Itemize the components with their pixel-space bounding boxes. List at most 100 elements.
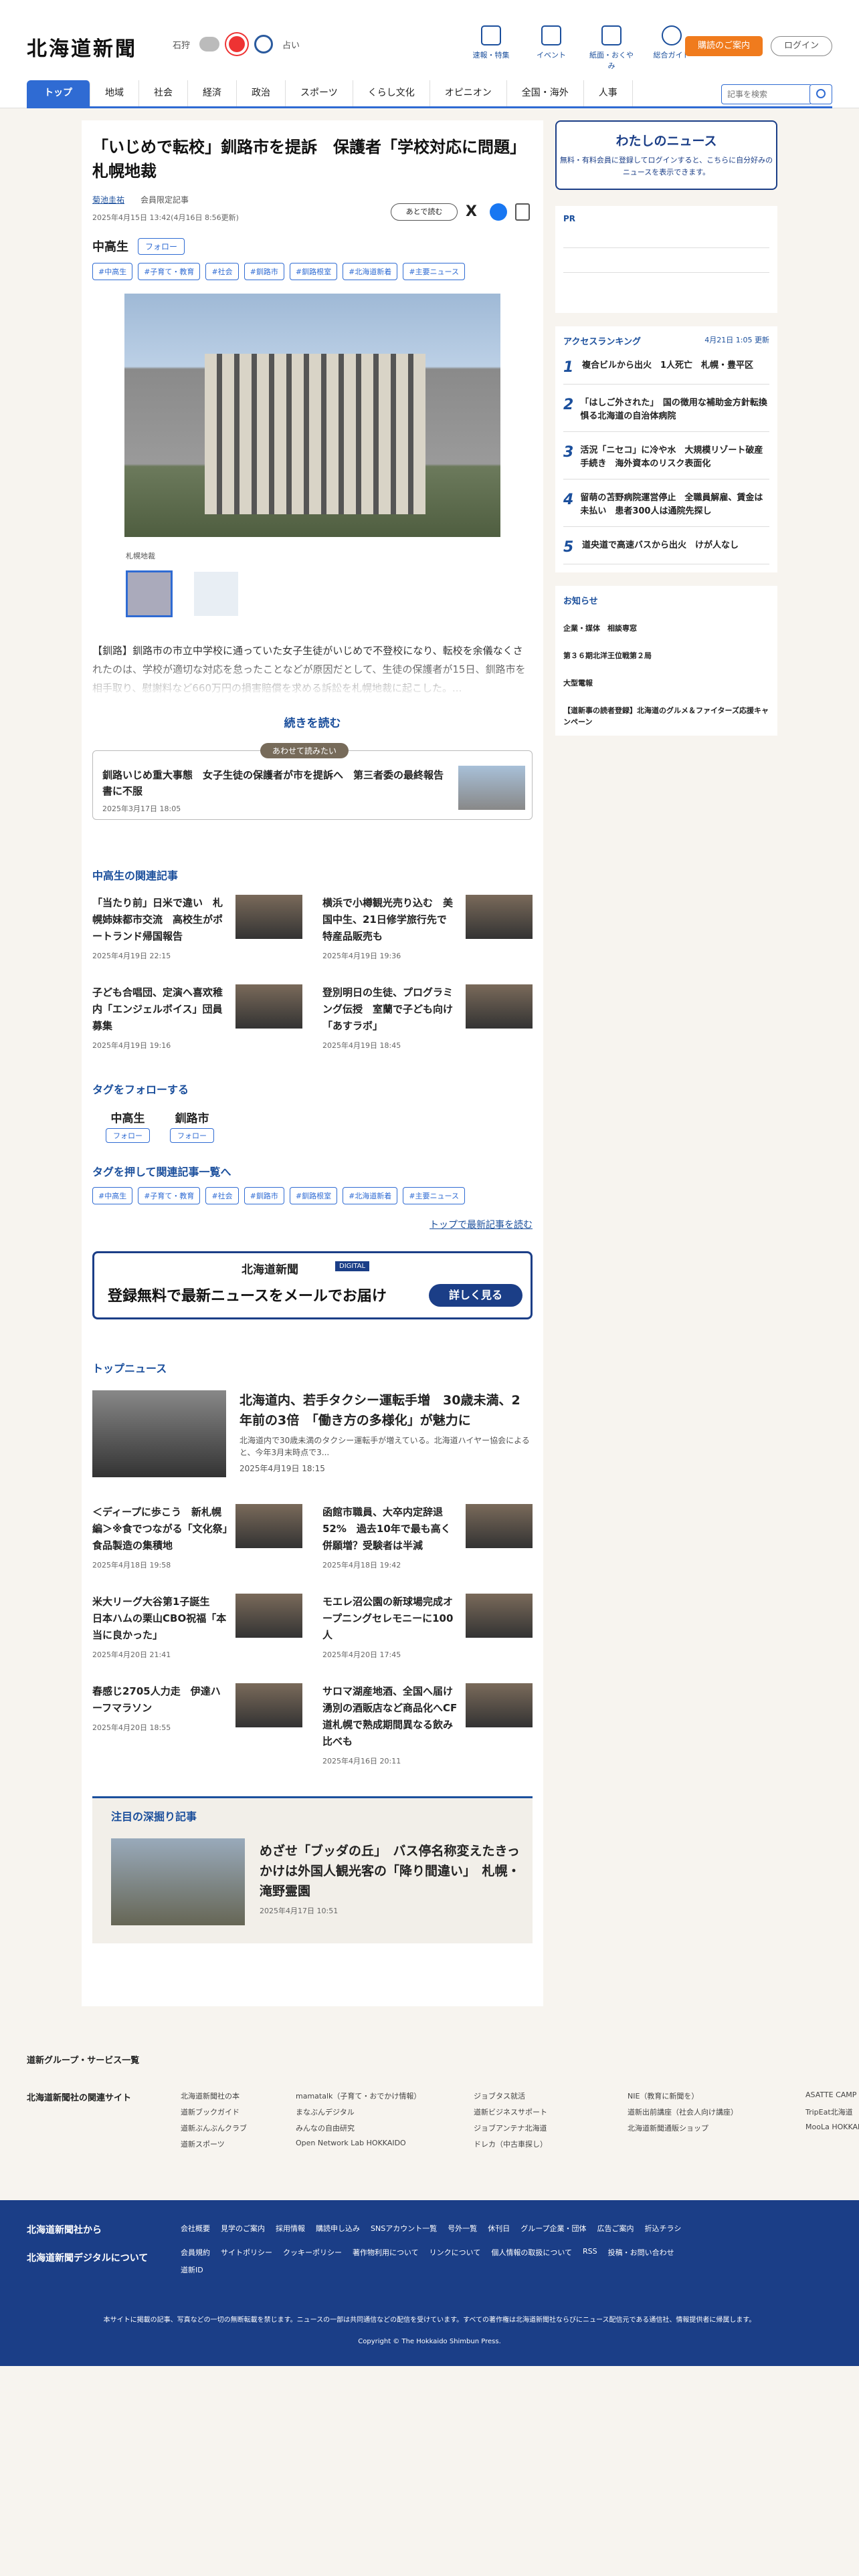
site-link[interactable]: ASATTE CAMP — [805, 2090, 859, 2101]
site-link[interactable]: Open Network Lab HOKKAIDO — [296, 2139, 474, 2149]
tag[interactable]: #北海道新着 — [343, 1187, 398, 1204]
footer-link[interactable]: 折込チラシ — [645, 2223, 682, 2234]
author-link[interactable]: 菊池圭祐 — [92, 194, 124, 205]
footer-link[interactable]: 著作物利用について — [353, 2247, 419, 2258]
weather-widget[interactable]: 石狩 占い — [173, 35, 300, 53]
footer-link[interactable]: 会員規約 — [181, 2247, 210, 2258]
ranking-item[interactable]: 2 「はしご外された」 国の徴用な補助金方針転換 惧る北海道の自治体病院 — [563, 397, 776, 432]
tag[interactable]: #社会 — [205, 1187, 239, 1204]
site-link[interactable]: ドレカ（中古車探し） — [474, 2139, 628, 2149]
top-news-item[interactable]: サロマ湖産地酒、全国へ届け 湧別の酒販店など商品化へCF 道札幌で熟成期間異なる… — [322, 1683, 533, 1769]
footer-link[interactable]: RSS — [583, 2247, 597, 2258]
facebook-share-icon[interactable] — [490, 203, 507, 221]
footer-link[interactable]: 見学のご案内 — [221, 2223, 265, 2234]
nav-region[interactable]: 地域 — [90, 80, 139, 106]
site-link[interactable]: 道新ぶんぶんクラブ — [181, 2123, 296, 2133]
nav-personnel[interactable]: 人事 — [584, 80, 633, 106]
footer-link[interactable]: 採用情報 — [276, 2223, 305, 2234]
footer-link[interactable]: 投稿・お問い合わせ — [608, 2247, 674, 2258]
doshin-id-link[interactable]: 道新ID — [181, 2264, 203, 2275]
footer-link[interactable]: 広告ご案内 — [597, 2223, 634, 2234]
top-news-item[interactable]: 春感じ2705人力走 伊達ハーフマラソン 2025年4月20日 18:55 — [92, 1683, 302, 1769]
notice-item[interactable]: 【道新事の読者登録】北海道のグルメ＆ファイターズ応援キャンペーン — [563, 705, 769, 728]
topic-follow-button[interactable]: フォロー — [138, 237, 185, 255]
login-button[interactable]: ログイン — [771, 36, 832, 56]
site-link[interactable]: MooLa HOKKAIDO — [805, 2123, 859, 2133]
thumbnail-photo[interactable] — [126, 570, 173, 617]
also-read-box[interactable]: あわせて読みたい 釧路いじめ重大事態 女子生徒の保護者が市を提訴へ 第三者委の最… — [92, 743, 533, 820]
top-news-item[interactable]: 函館市職員、大卒内定辞退52% 過去10年で最も高く 併願増？受験者は半減 202… — [322, 1504, 533, 1574]
site-link[interactable]: TripEat北海道 — [805, 2107, 859, 2117]
search-button[interactable] — [809, 84, 832, 104]
site-link[interactable]: 北海道新聞社の本 — [181, 2090, 296, 2101]
ranking-heading[interactable]: アクセスランキング — [563, 334, 641, 347]
tag[interactable]: #中高生 — [92, 1187, 133, 1204]
tag-follow-button[interactable]: フォロー — [170, 1128, 214, 1143]
site-link[interactable]: 道新ビジネスサポート — [474, 2107, 628, 2117]
tag[interactable]: #社会 — [205, 263, 239, 280]
footer-link[interactable]: 会社概要 — [181, 2223, 210, 2234]
tag[interactable]: #中高生 — [92, 263, 133, 280]
notice-item[interactable]: 大型電報 — [563, 677, 769, 689]
top-latest-link[interactable]: トップで最新記事を読む — [92, 1218, 533, 1231]
events-link[interactable]: イベント — [529, 25, 574, 71]
site-link[interactable]: 道新スポーツ — [181, 2139, 296, 2149]
site-link[interactable]: ジョブアンテナ北海道 — [474, 2123, 628, 2133]
ranking-item[interactable]: 1 複合ビルから出火 1人死亡 札幌・豊平区 — [563, 359, 769, 385]
nav-sports[interactable]: スポーツ — [286, 80, 353, 106]
nav-economy[interactable]: 経済 — [188, 80, 237, 106]
top-news-lead[interactable]: 北海道内、若手タクシー運転手増 30歳未満、2年前の3倍 「働き方の多様化」が魅… — [92, 1390, 533, 1477]
footer-link[interactable]: SNSアカウント一覧 — [371, 2223, 437, 2234]
article-photo[interactable] — [124, 294, 500, 537]
related-item[interactable]: 横浜で小樽観光売り込む 美国中生、21日修学旅行先で 特産品販売も 2025年4月… — [322, 895, 533, 964]
related-item[interactable]: 「当たり前」日米で違い 札幌姉妹都市交流 高校生がポートランド帰国報告 2025年… — [92, 895, 302, 964]
ranking-item[interactable]: 5 道央道で高速バスから出火 けが人なし — [563, 539, 769, 564]
tag[interactable]: #釧路根室 — [289, 263, 338, 280]
related-item[interactable]: 子ども合唱団、定演へ喜欢稚内「エンジェルボイス」団員募集 2025年4月19日 1… — [92, 984, 302, 1054]
site-link[interactable]: まなぶんデジタル — [296, 2107, 474, 2117]
tag[interactable]: #北海道新着 — [343, 263, 398, 280]
footer-link[interactable]: 購読申し込み — [316, 2223, 360, 2234]
site-link[interactable]: 道新ブックガイド — [181, 2107, 296, 2117]
tag[interactable]: #主要ニュース — [403, 1187, 465, 1204]
ranking-item[interactable]: 3 活況「ニセコ」に冷や水 大規模リゾート破産手続き 海外資本のリスク表面化 — [563, 444, 769, 479]
site-link[interactable]: 北海道新聞通販ショップ — [628, 2123, 805, 2133]
promo-button[interactable]: 詳しく見る — [429, 1284, 522, 1307]
tag[interactable]: #子育て・教育 — [138, 1187, 201, 1204]
footer-link[interactable]: 号外一覧 — [448, 2223, 477, 2234]
tag[interactable]: #釧路市 — [244, 1187, 284, 1204]
paper-link[interactable]: 紙面・おくやみ — [589, 25, 634, 71]
newsletter-promo[interactable]: 北海道新聞 DIGITAL 登録無料で最新ニュースをメールでお届け 詳しく見る — [92, 1251, 533, 1319]
deep-dive-box[interactable]: 注目の深掘り記事 めざせ「ブッダの丘」 バス停名称変えたきっかけは外国人観光客の… — [92, 1796, 533, 1943]
site-link[interactable]: NIE（教育に新聞を） — [628, 2090, 805, 2101]
search-input[interactable] — [721, 84, 812, 104]
read-more-link[interactable]: 続きを読む — [92, 714, 533, 730]
site-link[interactable]: みんなの自由研究 — [296, 2123, 474, 2133]
tag[interactable]: #釧路市 — [244, 263, 284, 280]
site-link[interactable]: mamatalk（子育て・おでかけ情報） — [296, 2090, 474, 2101]
top-news-item[interactable]: モエレ沼公園の新球場完成オープニングセレモニーに100人 2025年4月20日 1… — [322, 1594, 533, 1663]
group-services-link[interactable]: 道新グループ・サービス一覧 — [0, 2053, 859, 2080]
nav-society[interactable]: 社会 — [139, 80, 188, 106]
read-later-button[interactable]: あとで読む — [391, 203, 458, 221]
tag[interactable]: #子育て・教育 — [138, 263, 201, 280]
ranking-item[interactable]: 4 留萌の苫野病院運営停止 全職員解雇、賃金は未払い 患者300人は通院先探し — [563, 492, 769, 527]
notice-item[interactable]: 企業・媒体 相談専窓 — [563, 623, 769, 634]
nav-politics[interactable]: 政治 — [237, 80, 286, 106]
top-news-item[interactable]: 米大リーグ大谷第1子誕生 日本ハムの栗山CBO祝福「本当に良かった」 2025年4… — [92, 1594, 302, 1663]
footer-link[interactable]: グループ企業・団体 — [520, 2223, 586, 2234]
footer-link[interactable]: 個人情報の取扱について — [491, 2247, 572, 2258]
nav-top[interactable]: トップ — [27, 80, 90, 106]
footer-link[interactable]: サイトポリシー — [221, 2247, 272, 2258]
related-item[interactable]: 登別明日の生徒、プログラミング伝授 室蘭で子ども向け「あすラボ」 2025年4月1… — [322, 984, 533, 1054]
site-link[interactable]: ジョブタス就活 — [474, 2090, 628, 2101]
nav-culture[interactable]: くらし文化 — [353, 80, 430, 106]
tag-follow-button[interactable]: フォロー — [106, 1128, 150, 1143]
share-icon[interactable] — [515, 203, 530, 221]
footer-link[interactable]: リンクについて — [430, 2247, 481, 2258]
top-news-item[interactable]: ＜ディープに歩こう 新札幌編＞※食でつながる「文化祭」 食品製造の集積地 2025… — [92, 1504, 302, 1574]
breaking-news-link[interactable]: 速報・特集 — [468, 25, 514, 71]
site-logo[interactable]: 北海道新聞 — [27, 32, 137, 62]
nav-opinion[interactable]: オピニオン — [430, 80, 507, 106]
notice-item[interactable]: 第３６期北洋王位戦第２局 — [563, 650, 769, 661]
